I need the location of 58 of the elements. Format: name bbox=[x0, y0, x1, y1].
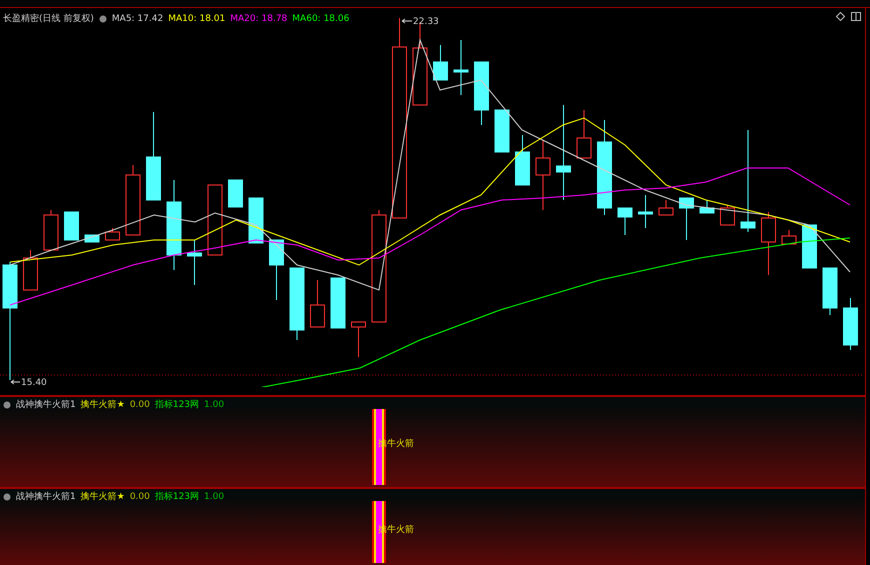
candlestick bbox=[638, 194, 653, 228]
indicator-value: 1.00 bbox=[204, 400, 224, 410]
indicator-dot-icon[interactable] bbox=[3, 492, 11, 500]
candlestick bbox=[843, 298, 858, 350]
chart-title: 长盈精密(日线 前复权) bbox=[3, 12, 94, 25]
candlestick bbox=[802, 224, 817, 268]
indicator-value: 0.00 bbox=[130, 492, 150, 502]
moving-average-reading: MA5: 17.42 bbox=[112, 14, 164, 24]
candlestick bbox=[782, 230, 796, 244]
indicator-label: 擒牛火箭★ bbox=[80, 398, 125, 411]
candlestick bbox=[576, 110, 592, 158]
candlestick bbox=[536, 140, 550, 210]
candlestick bbox=[310, 280, 325, 328]
candlestick bbox=[454, 40, 468, 96]
candlestick bbox=[64, 212, 79, 240]
indicator-label: 擒牛火箭★ bbox=[80, 490, 125, 503]
candlestick bbox=[330, 278, 346, 328]
signal-label: 擒牛火箭 bbox=[378, 524, 414, 536]
moving-average-reading: MA20: 18.78 bbox=[230, 14, 288, 24]
candlestick bbox=[126, 164, 140, 236]
candlestick bbox=[44, 210, 58, 250]
candlestick bbox=[474, 62, 489, 126]
indicator-label: 指标123网 bbox=[154, 398, 200, 411]
candlestick bbox=[187, 240, 202, 286]
window-icon[interactable] bbox=[851, 12, 861, 21]
candlestick bbox=[658, 200, 674, 216]
candlestick bbox=[761, 212, 776, 276]
leader-line bbox=[402, 18, 412, 24]
candlestick bbox=[494, 110, 510, 152]
moving-average-reading: MA60: 18.06 bbox=[292, 14, 350, 24]
candlestick bbox=[351, 322, 366, 358]
candlestick bbox=[269, 240, 284, 300]
candlestick bbox=[618, 208, 632, 236]
candlestick bbox=[433, 44, 448, 80]
candlestick bbox=[679, 198, 694, 240]
indicator-value: 0.00 bbox=[130, 400, 150, 410]
signal-label: 擒牛火箭 bbox=[378, 438, 414, 450]
indicator-value: 1.00 bbox=[204, 492, 224, 502]
candlestick bbox=[822, 268, 838, 316]
candlestick bbox=[720, 204, 735, 226]
indicator-label: 指标123网 bbox=[154, 490, 200, 503]
candlestick bbox=[23, 250, 38, 290]
moving-average-reading: MA10: 18.01 bbox=[168, 14, 226, 24]
high-price-label: 22.33 bbox=[413, 17, 439, 27]
candlestick bbox=[105, 228, 120, 240]
low-price-label: 15.40 bbox=[21, 378, 47, 387]
candlestick bbox=[208, 184, 222, 256]
leader-line bbox=[10, 380, 20, 384]
candlestick bbox=[228, 180, 243, 208]
candlestick bbox=[700, 200, 714, 214]
candlestick bbox=[515, 134, 530, 186]
diamond-icon[interactable] bbox=[836, 12, 845, 21]
candlestick bbox=[248, 198, 264, 244]
indicator-dot-icon[interactable] bbox=[98, 14, 107, 22]
indicator-dot-icon[interactable] bbox=[3, 400, 11, 408]
indicator-name: 战神擒牛火箭1 bbox=[16, 490, 76, 503]
signal-bar bbox=[372, 501, 386, 563]
indicator-name: 战神擒牛火箭1 bbox=[16, 398, 76, 411]
